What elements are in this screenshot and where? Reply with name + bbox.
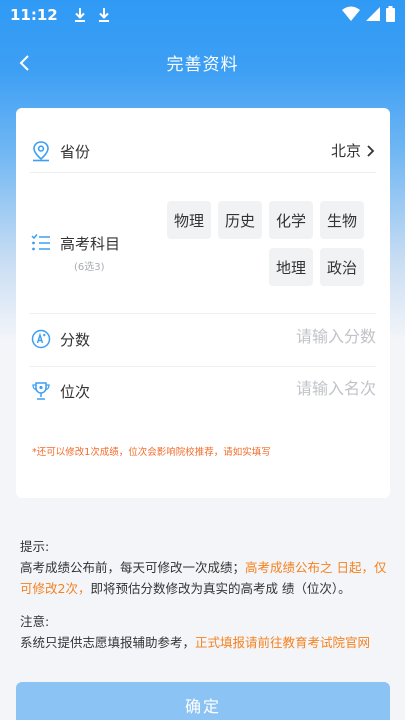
divider	[30, 366, 376, 367]
province-row[interactable]: 省份 北京	[30, 136, 376, 166]
trophy-icon	[32, 382, 50, 400]
notice-block: 注意: 系统只提供志愿填报辅助参考，正式填报请前往教育考试院官网	[20, 611, 390, 653]
rank-label: 位次	[60, 382, 91, 401]
confirm-button[interactable]: 确定	[16, 682, 390, 720]
score-icon	[31, 329, 51, 349]
tips-body: 高考成绩公布前，每天可修改一次成绩；高考成绩公布之 日起，仅可修改2次，即将预估…	[20, 557, 390, 599]
tips-text-tail: 即将预估分数修改为真实的高考成 绩（位次）。	[90, 581, 351, 596]
subject-label: 高考科目	[60, 234, 121, 253]
list-icon	[31, 234, 50, 251]
status-bar: 11:12	[0, 0, 405, 30]
header: 完善资料	[0, 42, 405, 82]
notice-body: 系统只提供志愿填报辅助参考，正式填报请前往教育考试院官网	[20, 632, 390, 653]
notice-text: 系统只提供志愿填报辅助参考，	[20, 635, 196, 650]
subject-hint: (6选3)	[74, 262, 105, 273]
notice-title: 注意:	[20, 614, 50, 629]
app-screen: 11:12 完善资料 省份 北京 高考科目 (6选3) 物理 历史 化学 生物 …	[0, 0, 405, 720]
score-row: 分数	[30, 324, 376, 354]
status-icons	[342, 6, 395, 22]
rank-input[interactable]	[216, 379, 376, 398]
battery-icon	[386, 6, 395, 22]
tips-title: 提示:	[20, 539, 50, 554]
subject-chip-physics[interactable]: 物理	[167, 201, 211, 239]
subject-chip-geography[interactable]: 地理	[269, 248, 313, 286]
signal-icon	[366, 7, 380, 21]
page-title: 完善资料	[166, 54, 239, 75]
notice-highlight: 正式填报请前往教育考试院官网	[195, 635, 371, 650]
download-icon	[98, 8, 109, 22]
province-value: 北京	[330, 142, 361, 160]
province-selector[interactable]: 北京	[331, 140, 376, 161]
profile-form-card: 省份 北京 高考科目 (6选3) 物理 历史 化学 生物 地理 政治 分数 请输…	[16, 108, 390, 498]
subject-chip-politics[interactable]: 政治	[320, 248, 364, 286]
tips-text: 高考成绩公布前，每天可修改一次成绩；	[20, 560, 246, 575]
subject-chip-chemistry[interactable]: 化学	[269, 201, 313, 239]
back-button[interactable]	[12, 50, 38, 76]
back-arrow-icon	[19, 55, 29, 71]
subject-chip-biology[interactable]: 生物	[320, 201, 364, 239]
subject-label-block: 高考科目	[60, 233, 120, 254]
status-time: 11:12	[10, 6, 58, 24]
score-input[interactable]	[216, 327, 376, 346]
edit-warning: *还可以修改1次成绩，位次会影响院校推荐，请如实填写	[32, 447, 271, 458]
download-icon	[74, 8, 85, 22]
score-label: 分数	[60, 330, 91, 349]
province-label: 省份	[60, 142, 91, 161]
chevron-right-icon	[367, 144, 375, 157]
subject-label-group: 高考科目	[30, 232, 120, 254]
subject-chip-history[interactable]: 历史	[218, 201, 262, 239]
location-icon	[33, 141, 49, 162]
divider	[30, 313, 376, 314]
wifi-icon	[342, 6, 360, 21]
tips-section: 提示: 高考成绩公布前，每天可修改一次成绩；高考成绩公布之 日起，仅可修改2次，…	[20, 536, 390, 653]
divider	[30, 172, 376, 173]
rank-row: 位次	[30, 376, 376, 406]
